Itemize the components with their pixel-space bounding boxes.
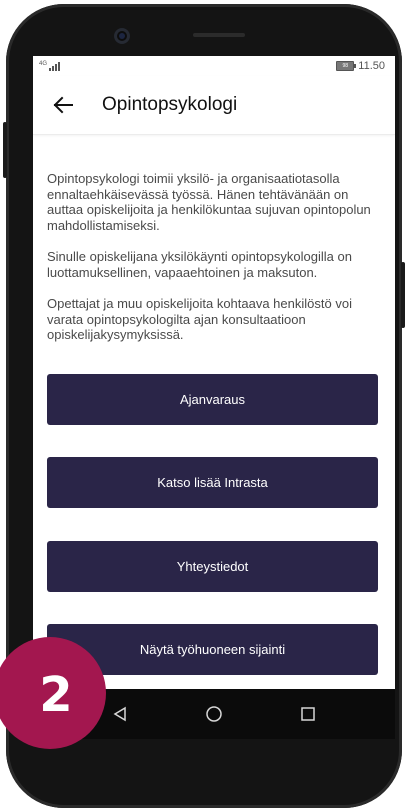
signal-icon: 4G	[39, 61, 61, 71]
contact-info-button[interactable]: Yhteystiedot	[47, 541, 378, 592]
front-camera	[114, 28, 130, 44]
volume-button	[3, 122, 7, 178]
arrow-left-icon	[53, 96, 73, 114]
page-title: Opintopsykologi	[102, 94, 238, 115]
network-type: 4G	[39, 61, 48, 67]
screen: 4G 98 11.50 Opintopsykologi Opintopsykol…	[33, 56, 395, 739]
power-button	[401, 262, 405, 328]
intro-paragraph: Opintopsykologi toimii yksilö- ja organi…	[47, 171, 371, 233]
circle-home-icon[interactable]	[205, 705, 223, 723]
triangle-back-icon[interactable]	[112, 706, 128, 722]
status-bar: 4G 98 11.50	[33, 56, 395, 76]
back-button[interactable]	[41, 83, 85, 127]
clock: 11.50	[358, 60, 385, 72]
square-recents-icon[interactable]	[300, 706, 316, 722]
content: Opintopsykologi toimii yksilö- ja organi…	[33, 171, 395, 343]
intra-button[interactable]: Katso lisää Intrasta	[47, 457, 378, 508]
student-paragraph: Sinulle opiskelijana yksilökäynti opinto…	[47, 249, 352, 280]
step-number: 2	[39, 667, 73, 723]
booking-button[interactable]: Ajanvaraus	[47, 374, 378, 425]
app-bar: Opintopsykologi	[33, 76, 395, 135]
staff-paragraph: Opettajat ja muu opiskelijoita kohtaava …	[47, 296, 352, 342]
earpiece-speaker	[193, 33, 245, 37]
battery-icon: 98	[336, 61, 357, 71]
